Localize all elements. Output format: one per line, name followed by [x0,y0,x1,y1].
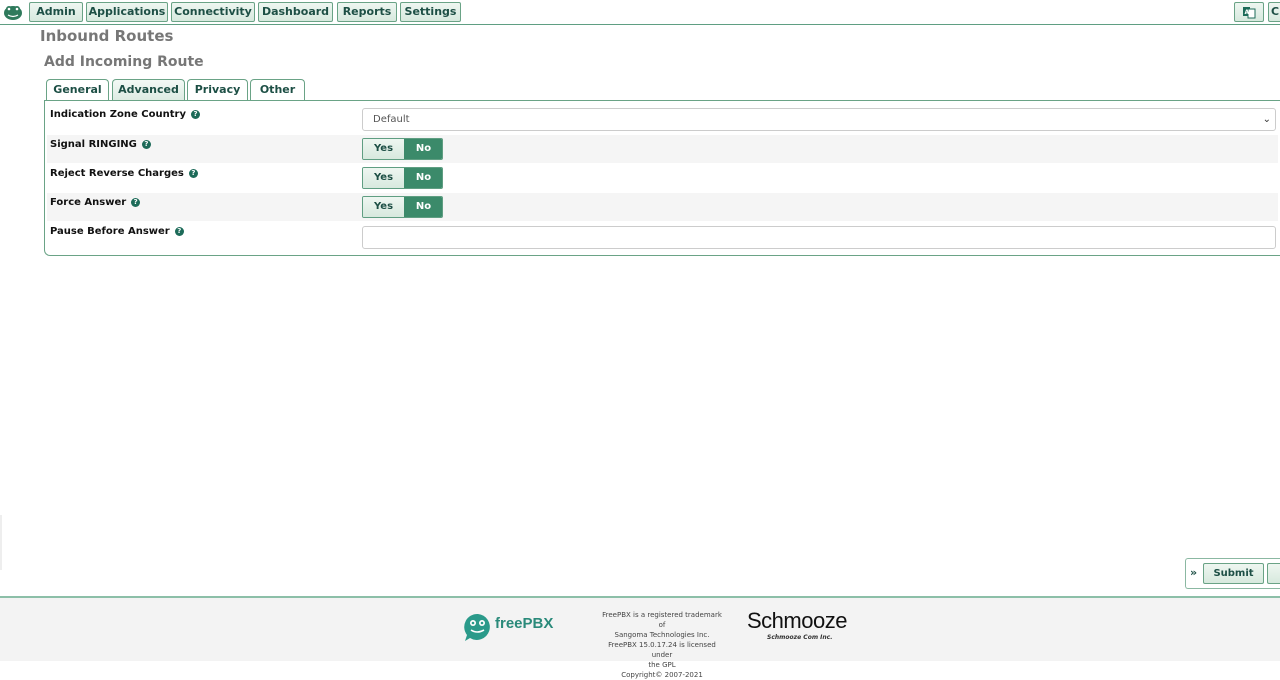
freepbx-logo-icon[interactable] [3,3,23,21]
left-edge-divider [0,515,2,570]
force-answer-no[interactable]: No [404,197,442,217]
reset-button[interactable] [1267,563,1280,584]
schmooze-subtitle: Schmooze Com Inc. [767,634,833,641]
indication-zone-label: Indication Zone Country? [50,109,200,120]
reject-reverse-yes[interactable]: Yes [363,168,404,188]
pause-before-label: Pause Before Answer? [50,226,184,237]
nav-dashboard[interactable]: Dashboard [258,2,333,22]
tab-advanced[interactable]: Advanced [112,79,185,101]
reject-reverse-toggle[interactable]: Yes No [362,167,443,189]
help-icon[interactable]: ? [190,110,200,119]
page-title: Inbound Routes [40,27,174,45]
signal-ringing-no[interactable]: No [404,139,442,159]
nav-applications[interactable]: Applications [86,2,168,22]
overflow-button[interactable]: C [1268,2,1280,22]
legal-line: FreePBX is a registered trademark of [602,611,722,629]
collapse-arrow-icon[interactable]: » [1190,566,1197,579]
nav-admin[interactable]: Admin [29,2,83,22]
schmooze-logo[interactable]: Schmooze [747,608,847,634]
force-answer-label: Force Answer? [50,197,141,208]
tab-general[interactable]: General [46,79,109,101]
help-icon[interactable]: ? [141,140,151,149]
reject-reverse-no[interactable]: No [404,168,442,188]
legal-line: FreePBX 15.0.17.24 is licensed under [608,641,716,659]
form-row-force-answer: Force Answer? [47,193,1278,221]
indication-zone-select[interactable]: Default ⌄ [362,108,1276,131]
language-icon: A [1243,7,1256,19]
nav-settings[interactable]: Settings [400,2,461,22]
force-answer-toggle[interactable]: Yes No [362,196,443,218]
help-icon[interactable]: ? [131,198,141,207]
reject-reverse-label: Reject Reverse Charges? [50,168,198,179]
signal-ringing-yes[interactable]: Yes [363,139,404,159]
legal-line: Copyright© 2007-2021 [621,671,703,679]
nav-reports[interactable]: Reports [337,2,397,22]
nav-connectivity[interactable]: Connectivity [171,2,255,22]
form-subtitle: Add Incoming Route [44,54,204,70]
svg-text:A: A [1245,9,1250,16]
signal-ringing-toggle[interactable]: Yes No [362,138,443,160]
chevron-down-icon: ⌄ [1262,114,1271,125]
help-icon[interactable]: ? [188,169,198,178]
top-nav-bar: Admin Applications Connectivity Dashboar… [0,0,1280,25]
force-answer-yes[interactable]: Yes [363,197,404,217]
form-row-reject-reverse: Reject Reverse Charges? [47,164,1278,192]
legal-text: FreePBX is a registered trademark of San… [598,610,726,680]
tab-other[interactable]: Other [250,79,305,101]
form-row-signal-ringing: Signal RINGING? [47,135,1278,163]
legal-line: the GPL [648,661,676,669]
help-icon[interactable]: ? [174,227,184,236]
signal-ringing-label: Signal RINGING? [50,139,151,150]
tab-privacy[interactable]: Privacy [187,79,248,101]
language-button[interactable]: A [1234,2,1264,22]
legal-line: Sangoma Technologies Inc. [614,631,710,639]
submit-button[interactable]: Submit [1203,563,1264,584]
freepbx-brand-text: freePBX [495,615,554,632]
pause-before-input[interactable] [362,226,1276,249]
